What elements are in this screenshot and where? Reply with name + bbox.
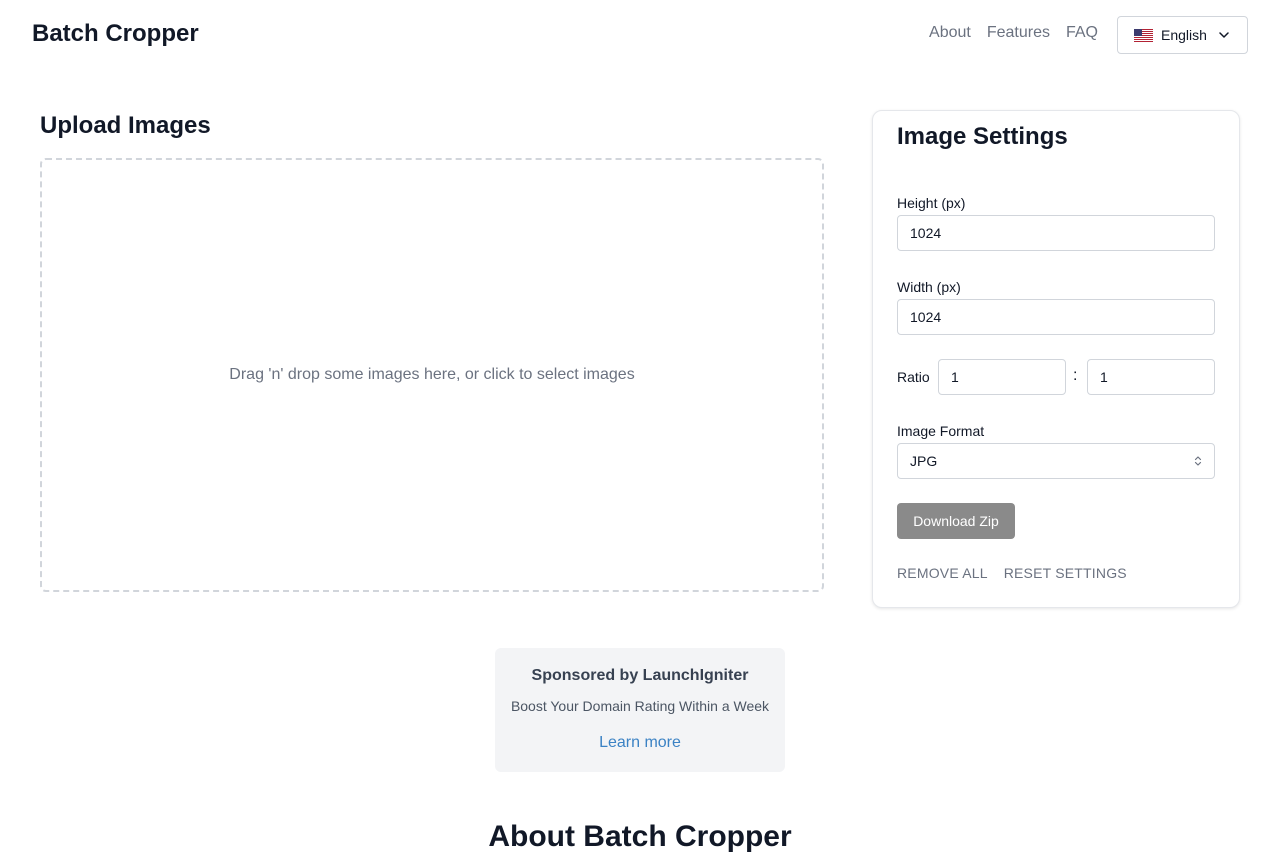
upload-title: Upload Images [40,112,211,139]
height-label: Height (px) [897,195,966,211]
ratio-left-input[interactable] [938,359,1066,395]
width-label: Width (px) [897,279,961,295]
dropzone-text: Drag 'n' drop some images here, or click… [229,366,635,383]
format-value: JPG [910,453,938,469]
image-dropzone[interactable]: Drag 'n' drop some images here, or click… [40,158,824,592]
ratio-right-input[interactable] [1087,359,1215,395]
nav-faq[interactable]: FAQ [1066,24,1098,42]
width-input[interactable] [897,299,1215,335]
sponsor-text: Boost Your Domain Rating Within a Week [510,698,770,714]
sponsor-card: Sponsored by LaunchIgniter Boost Your Do… [495,648,785,772]
settings-actions: REMOVE ALL RESET SETTINGS [897,565,1127,581]
settings-title: Image Settings [897,123,1068,150]
height-input[interactable] [897,215,1215,251]
format-label: Image Format [897,423,985,439]
ratio-separator: : [1073,367,1078,384]
language-selector[interactable]: English [1117,16,1248,54]
chevron-down-icon [1219,32,1229,38]
top-nav: About Features FAQ [929,24,1098,42]
page: Batch Cropper About Features FAQ English… [0,0,1280,853]
language-label: English [1161,27,1207,43]
format-select[interactable]: JPG [897,443,1215,479]
nav-features[interactable]: Features [987,24,1050,42]
sponsor-learn-more-link[interactable]: Learn more [495,734,785,752]
header: Batch Cropper About Features FAQ English [0,0,1280,70]
select-arrows-icon [1194,453,1202,469]
brand-title[interactable]: Batch Cropper [32,20,199,48]
download-zip-button[interactable]: Download Zip [897,503,1015,539]
nav-about[interactable]: About [929,24,971,42]
ratio-row: Ratio : [897,359,1215,395]
us-flag-icon [1134,28,1153,42]
settings-panel: Image Settings Height (px) Width (px) Ra… [872,110,1240,608]
reset-settings-button[interactable]: RESET SETTINGS [1004,565,1127,581]
about-title: About Batch Cropper [488,820,792,853]
remove-all-button[interactable]: REMOVE ALL [897,565,988,581]
sponsor-title: Sponsored by LaunchIgniter [531,667,749,684]
ratio-label: Ratio [897,369,930,385]
